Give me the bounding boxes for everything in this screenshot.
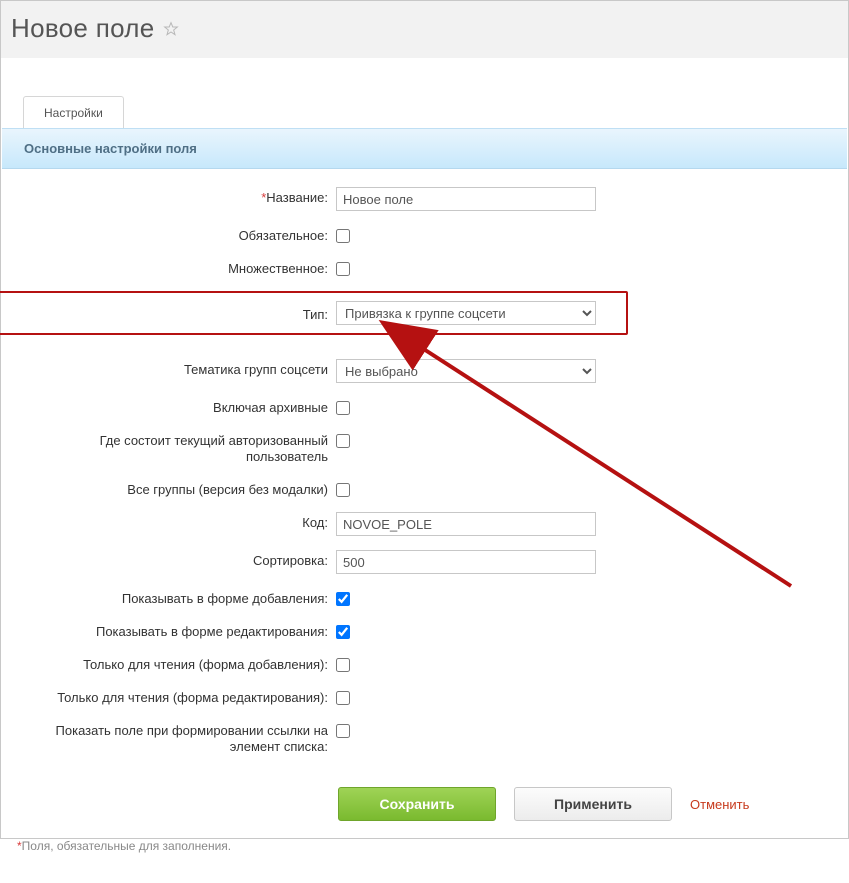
favorite-star-icon[interactable]	[163, 21, 179, 37]
label-multiple: Множественное:	[22, 258, 336, 277]
member-checkbox[interactable]	[336, 434, 350, 448]
row-sort: Сортировка:	[22, 550, 827, 574]
ro-edit-checkbox[interactable]	[336, 691, 350, 705]
row-code: Код:	[22, 512, 827, 536]
settings-panel: Основные настройки поля *Название: Обяза…	[2, 128, 847, 839]
page-header: Новое поле	[1, 1, 848, 58]
label-ro-add: Только для чтения (форма добавления):	[22, 654, 336, 673]
label-ro-edit: Только для чтения (форма редактирования)…	[22, 687, 336, 706]
form: *Название: Обязательное: Множественное: …	[2, 169, 847, 777]
row-multiple: Множественное:	[22, 258, 827, 277]
label-show-edit: Показывать в форме редактирования:	[22, 621, 336, 640]
archived-checkbox[interactable]	[336, 401, 350, 415]
allgroups-checkbox[interactable]	[336, 483, 350, 497]
label-name: Название:	[266, 190, 328, 205]
row-ro-add: Только для чтения (форма добавления):	[22, 654, 827, 673]
required-checkbox[interactable]	[336, 229, 350, 243]
footer-text: Поля, обязательные для заполнения.	[22, 839, 231, 853]
tab-bar: Настройки	[1, 58, 848, 128]
show-add-checkbox[interactable]	[336, 592, 350, 606]
row-ro-edit: Только для чтения (форма редактирования)…	[22, 687, 827, 706]
row-member: Где состоит текущий авторизованный польз…	[22, 430, 827, 465]
row-allgroups: Все группы (версия без модалки)	[22, 479, 827, 498]
ro-add-checkbox[interactable]	[336, 658, 350, 672]
cancel-link[interactable]: Отменить	[690, 797, 749, 812]
save-button[interactable]: Сохранить	[338, 787, 496, 821]
label-allgroups: Все группы (версия без модалки)	[22, 479, 336, 498]
label-member: Где состоит текущий авторизованный польз…	[22, 430, 336, 465]
label-link-form: Показать поле при формировании ссылки на…	[22, 720, 336, 755]
show-edit-checkbox[interactable]	[336, 625, 350, 639]
label-show-add: Показывать в форме добавления:	[22, 588, 336, 607]
row-link-form: Показать поле при формировании ссылки на…	[22, 720, 827, 755]
name-input[interactable]	[336, 187, 596, 211]
type-select[interactable]: Привязка к группе соцсети	[336, 301, 596, 325]
sort-input[interactable]	[336, 550, 596, 574]
row-required: Обязательное:	[22, 225, 827, 244]
footer-note: *Поля, обязательные для заполнения.	[1, 839, 848, 865]
row-show-edit: Показывать в форме редактирования:	[22, 621, 827, 640]
link-form-checkbox[interactable]	[336, 724, 350, 738]
topic-select[interactable]: Не выбрано	[336, 359, 596, 383]
row-topic: Тематика групп соцсети Не выбрано	[22, 359, 827, 383]
apply-button[interactable]: Применить	[514, 787, 672, 821]
label-topic: Тематика групп соцсети	[22, 359, 336, 378]
label-archived: Включая архивные	[22, 397, 336, 416]
page-title: Новое поле	[11, 13, 155, 44]
row-show-add: Показывать в форме добавления:	[22, 588, 827, 607]
label-sort: Сортировка:	[22, 550, 336, 569]
label-required: Обязательное:	[22, 225, 336, 244]
type-highlight-box: Тип: Привязка к группе соцсети	[0, 291, 628, 335]
code-input[interactable]	[336, 512, 596, 536]
row-name: *Название:	[22, 187, 827, 211]
multiple-checkbox[interactable]	[336, 262, 350, 276]
content-area: Настройки Основные настройки поля *Назва…	[1, 58, 848, 883]
row-archived: Включая архивные	[22, 397, 827, 416]
button-row: Сохранить Применить Отменить	[2, 777, 847, 839]
section-header: Основные настройки поля	[2, 128, 847, 169]
row-type-highlight: Тип: Привязка к группе соцсети	[22, 291, 827, 335]
label-type: Тип:	[22, 304, 336, 323]
label-code: Код:	[22, 512, 336, 531]
page-container: Новое поле Настройки Основные настройки …	[0, 0, 849, 839]
tab-settings[interactable]: Настройки	[23, 96, 124, 128]
